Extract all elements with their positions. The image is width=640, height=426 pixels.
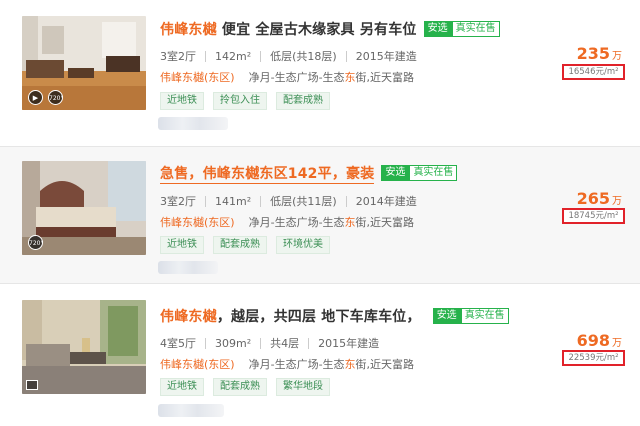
verified-badge: 安选 真实在售	[432, 308, 509, 324]
listing-photo[interactable]: 720°	[22, 161, 146, 255]
title-text: 便宜 全屋古木缘家具 另有车位	[216, 22, 417, 38]
room-layout: 3室2厅	[160, 50, 196, 63]
community-link[interactable]: 伟峰东樾(东区)	[160, 358, 235, 371]
photo-gallery-icon[interactable]	[26, 380, 38, 390]
address-highlight: 东	[344, 216, 356, 229]
feature-tag: 配套成熟	[213, 378, 267, 396]
unit-price: 22539元/m²	[562, 350, 625, 366]
price-unit: 万	[612, 51, 622, 62]
floor-level: 共4层	[270, 337, 300, 350]
feature-tag: 近地铁	[160, 92, 204, 110]
total-price: 235 万	[552, 44, 622, 63]
real-sale-badge: 真实在售	[409, 165, 458, 181]
listing-title-row: 伟峰东樾 便宜 全屋古木缘家具 另有车位 安选 真实在售	[160, 19, 500, 39]
agent-info-blurred	[158, 117, 228, 130]
price-unit: 万	[612, 196, 622, 207]
anxuan-badge: 安选	[432, 308, 461, 324]
address-highlight: 东	[344, 71, 356, 84]
listing-card[interactable]: ▶ 720° 伟峰东樾 便宜 全屋古木缘家具 另有车位 安选 真实在售 3室2厅 …	[0, 0, 640, 146]
room-layout: 3室2厅	[160, 195, 196, 208]
vr-720-icon[interactable]: 720°	[28, 235, 43, 250]
listing-specs: 3室2厅 141m² 低层(共11层) 2014年建造	[160, 193, 417, 209]
listing-title-row: 急售，伟峰东樾东区142平，豪装 安选 真实在售	[160, 163, 458, 184]
floor-level: 低层(共18层)	[270, 50, 337, 63]
price-value: 698	[576, 331, 610, 350]
total-price: 698 万	[552, 331, 622, 350]
real-sale-badge: 真实在售	[451, 21, 500, 37]
feature-tags: 近地铁 拎包入住 配套成熟	[160, 92, 339, 110]
agent-info-blurred	[158, 404, 224, 417]
living-room-photo	[22, 300, 146, 394]
unit-price: 16546元/m²	[562, 64, 625, 80]
feature-tag: 拎包入住	[213, 92, 267, 110]
address-text: 净月-生态广场-生态	[248, 358, 345, 371]
play-icon[interactable]: ▶	[28, 90, 43, 105]
listing-specs: 3室2厅 142m² 低层(共18层) 2015年建造	[160, 48, 417, 64]
listing-title[interactable]: 伟峰东樾 便宜 全屋古木缘家具 另有车位	[160, 19, 417, 39]
address-highlight: 东	[344, 358, 356, 371]
listing-card[interactable]: 720° 急售，伟峰东樾东区142平，豪装 安选 真实在售 3室2厅 141m² …	[0, 146, 640, 284]
address-text: 净月-生态广场-生态	[248, 216, 345, 229]
anxuan-badge: 安选	[381, 165, 410, 181]
price-unit: 万	[612, 338, 622, 349]
floor-area: 309m²	[215, 336, 252, 350]
title-community-highlight: 伟峰东樾	[160, 22, 217, 38]
address-text-end: 街,近天富路	[355, 358, 415, 371]
build-year: 2014年建造	[355, 195, 417, 208]
listing-specs: 4室5厅 309m² 共4层 2015年建造	[160, 335, 379, 351]
listing-title[interactable]: 伟峰东樾，越层，共四层 地下车库车位，	[160, 306, 421, 326]
title-community-highlight: 伟峰东樾	[160, 309, 217, 325]
title-text: ，越层，共四层 地下车库车位，	[216, 309, 421, 325]
feature-tag: 配套成熟	[276, 92, 330, 110]
verified-badge: 安选 真实在售	[423, 21, 500, 37]
floor-level: 低层(共11层)	[270, 195, 337, 208]
vr-720-icon[interactable]: 720°	[48, 90, 63, 105]
feature-tag: 近地铁	[160, 378, 204, 396]
listing-title-row: 伟峰东樾，越层，共四层 地下车库车位， 安选 真实在售	[160, 306, 509, 326]
room-layout: 4室5厅	[160, 337, 196, 350]
agent-info-blurred	[158, 261, 218, 274]
listing-location: 伟峰东樾(东区) 净月-生态广场-生态东街,近天富路	[160, 69, 414, 85]
unit-price: 18745元/m²	[562, 208, 625, 224]
address-text-end: 街,近天富路	[355, 216, 415, 229]
feature-tag: 近地铁	[160, 236, 204, 254]
listing-location: 伟峰东樾(东区) 净月-生态广场-生态东街,近天富路	[160, 356, 414, 372]
total-price: 265 万	[552, 189, 622, 208]
feature-tags: 近地铁 配套成熟 环境优美	[160, 236, 339, 254]
listing-title[interactable]: 急售，伟峰东樾东区142平，豪装	[160, 163, 375, 184]
listing-photo[interactable]: ▶ 720°	[22, 16, 146, 110]
real-sale-badge: 真实在售	[460, 308, 509, 324]
address-text-end: 街,近天富路	[355, 71, 415, 84]
listing-card[interactable]: 伟峰东樾，越层，共四层 地下车库车位， 安选 真实在售 4室5厅 309m² 共4…	[0, 284, 640, 426]
floor-area: 141m²	[215, 194, 252, 208]
listing-photo[interactable]	[22, 300, 146, 394]
feature-tag: 环境优美	[276, 236, 330, 254]
build-year: 2015年建造	[355, 50, 417, 63]
address-text: 净月-生态广场-生态	[248, 71, 345, 84]
price-value: 265	[576, 189, 610, 208]
anxuan-badge: 安选	[423, 21, 452, 37]
listing-location: 伟峰东樾(东区) 净月-生态广场-生态东街,近天富路	[160, 214, 414, 230]
feature-tags: 近地铁 配套成熟 繁华地段	[160, 378, 339, 396]
community-link[interactable]: 伟峰东樾(东区)	[160, 71, 235, 84]
price-value: 235	[576, 44, 610, 63]
feature-tag: 配套成熟	[213, 236, 267, 254]
floor-area: 142m²	[215, 49, 252, 63]
community-link[interactable]: 伟峰东樾(东区)	[160, 216, 235, 229]
build-year: 2015年建造	[318, 337, 380, 350]
verified-badge: 安选 真实在售	[381, 165, 458, 181]
feature-tag: 繁华地段	[276, 378, 330, 396]
